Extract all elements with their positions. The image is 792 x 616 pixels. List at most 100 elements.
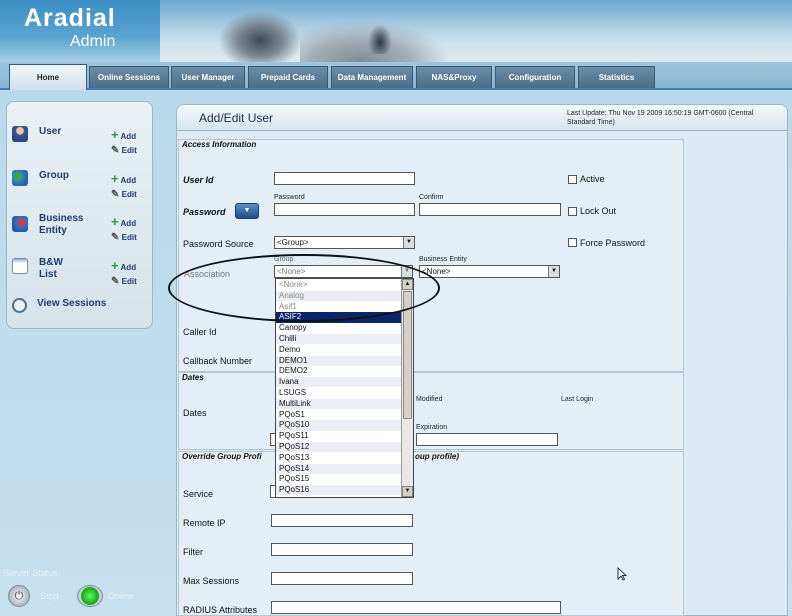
group-option[interactable]: PQoS10 — [276, 420, 402, 431]
lock-out-checkbox[interactable] — [568, 207, 577, 216]
force-password-label: Force Password — [580, 238, 646, 248]
group-dropdown-list[interactable]: <None> Analog Asif1 ASIF2 Canopy Chilli Demo DE… — [275, 278, 414, 498]
main-nav-tabs: Home Online Sessions User Manager Prepai… — [0, 62, 792, 90]
business-entity-icon — [12, 216, 28, 232]
group-select-value: <None> — [277, 267, 306, 276]
group-option[interactable]: DEMO1 — [276, 355, 402, 366]
edit-group-link[interactable]: ✎ Edit — [111, 189, 137, 200]
tab-user-manager[interactable]: User Manager — [171, 66, 245, 88]
mouse-cursor-icon — [617, 567, 627, 581]
plus-icon: + — [111, 171, 119, 186]
group-option[interactable]: PQoS1 — [276, 410, 402, 420]
group-option[interactable]: Analog — [276, 290, 402, 302]
edit-user-link[interactable]: ✎ Edit — [111, 145, 137, 156]
online-label: Online — [108, 591, 135, 601]
sidebar-item-label: Group — [39, 170, 69, 181]
last-login-label: Last Login — [561, 396, 594, 403]
expiration-date-input[interactable] — [416, 433, 558, 446]
stop-label: Stop — [40, 591, 59, 601]
group-option[interactable]: DEMO2 — [276, 366, 402, 376]
group-option[interactable]: LSUGS — [276, 388, 402, 398]
add-bw-list-link[interactable]: + Add — [111, 258, 136, 273]
section-title-tail: oup profile) — [415, 452, 459, 461]
password-source-select[interactable]: <Group> ▼ — [274, 236, 415, 249]
max-sessions-label: Max Sessions — [183, 576, 240, 586]
password-generate-button[interactable]: ▼ — [235, 203, 259, 219]
group-option[interactable]: Asif1 — [276, 302, 402, 312]
filter-input[interactable] — [271, 543, 413, 556]
group-icon — [12, 170, 28, 186]
pencil-icon: ✎ — [111, 276, 120, 287]
force-password-checkbox[interactable] — [568, 238, 577, 247]
edit-business-entity-link[interactable]: ✎ Edit — [111, 232, 137, 243]
user-id-input[interactable] — [274, 172, 415, 185]
scroll-thumb[interactable] — [403, 291, 412, 419]
header-banner: Aradial Admin — [0, 0, 792, 62]
dates-label: Dates — [183, 408, 207, 418]
tab-prepaid-cards[interactable]: Prepaid Cards — [248, 66, 328, 88]
edit-bw-list-link[interactable]: ✎ Edit — [111, 276, 137, 287]
edit-label: Edit — [121, 277, 137, 286]
app-logo-subtitle: Admin — [70, 33, 116, 50]
radius-attributes-input[interactable] — [271, 601, 561, 614]
add-user-link[interactable]: + Add — [111, 127, 136, 142]
group-option[interactable]: Chilli — [276, 334, 402, 345]
main-panel-header: Add/Edit User Last Update: Thu Nov 19 20… — [177, 105, 787, 131]
pencil-icon: ✎ — [111, 145, 120, 156]
group-option[interactable]: Ivana — [276, 377, 402, 388]
filter-label: Filter — [183, 547, 203, 557]
user-icon — [12, 126, 28, 142]
tab-home[interactable]: Home — [9, 64, 87, 90]
add-label: Add — [120, 132, 137, 141]
group-select[interactable]: <None> ▼ — [274, 265, 413, 278]
group-option[interactable]: <None> — [276, 280, 402, 290]
add-label: Add — [120, 263, 137, 272]
business-entity-select[interactable]: <None> ▼ — [419, 265, 560, 278]
service-label: Service — [183, 489, 214, 499]
group-option[interactable]: PQoS12 — [276, 442, 402, 453]
association-label: Association — [184, 269, 231, 279]
tab-nas-proxy[interactable]: NAS&Proxy — [416, 66, 492, 88]
page-title: Add/Edit User — [199, 111, 274, 125]
group-option[interactable]: PQoS11 — [276, 431, 402, 441]
scroll-down-icon[interactable]: ▼ — [402, 486, 413, 497]
tab-statistics[interactable]: Statistics — [578, 66, 655, 88]
group-option[interactable]: PQoS14 — [276, 463, 402, 474]
group-option[interactable]: ASIF2 — [276, 312, 402, 323]
dropdown-scrollbar[interactable]: ▲ ▼ — [401, 279, 413, 497]
section-title: Dates — [182, 373, 204, 382]
chevron-down-icon: ▼ — [403, 237, 414, 248]
group-option[interactable]: PQoS13 — [276, 453, 402, 463]
password-sub-label: Password — [274, 194, 305, 201]
group-option[interactable]: Canopy — [276, 323, 402, 333]
section-title: Override Group Profi — [182, 452, 262, 461]
server-status-label: Server Status — [3, 568, 58, 578]
caller-id-label: Caller Id — [183, 327, 217, 337]
radius-attributes-label: RADIUS Attributes — [183, 605, 258, 615]
online-status-indicator[interactable] — [77, 585, 103, 607]
override-group-profile-section: Override Group Profi oup profile) — [178, 451, 684, 616]
group-option[interactable]: MultiLink — [276, 398, 402, 410]
business-entity-sub-label: Business Entity — [419, 256, 467, 263]
remote-ip-input[interactable] — [271, 514, 413, 527]
add-business-entity-link[interactable]: + Add — [111, 214, 136, 229]
banner-person-image — [215, 8, 305, 62]
add-label: Add — [120, 176, 137, 185]
stop-server-button[interactable]: ⏻ — [8, 585, 30, 607]
confirm-password-input[interactable] — [419, 203, 561, 216]
tab-configuration[interactable]: Configuration — [495, 66, 575, 88]
group-option[interactable]: Demo — [276, 345, 402, 355]
group-option[interactable]: PQoS16 — [276, 485, 402, 496]
edit-label: Edit — [121, 190, 137, 199]
plus-icon: + — [111, 258, 119, 273]
active-checkbox[interactable] — [568, 175, 577, 184]
add-group-link[interactable]: + Add — [111, 171, 136, 186]
max-sessions-input[interactable] — [271, 572, 413, 585]
password-input[interactable] — [274, 203, 415, 216]
group-option[interactable]: PQoS15 — [276, 474, 402, 484]
tab-data-management[interactable]: Data Management — [331, 66, 413, 88]
password-label: Password — [183, 207, 226, 217]
scroll-up-icon[interactable]: ▲ — [402, 279, 413, 290]
expiration-label: Expiration — [416, 424, 448, 431]
tab-online-sessions[interactable]: Online Sessions — [89, 66, 169, 88]
